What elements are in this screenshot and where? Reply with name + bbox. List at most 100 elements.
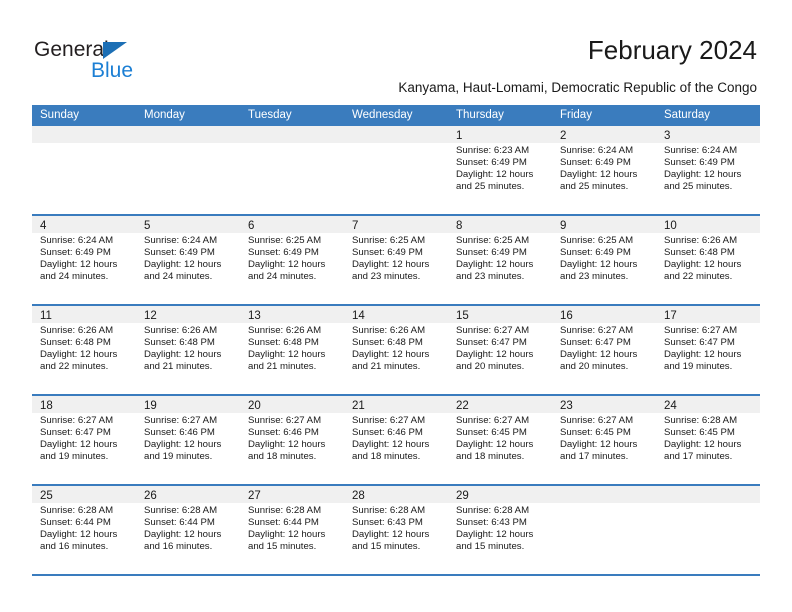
calendar-day-cell-empty: [32, 126, 136, 214]
daylight-duration-line1: Daylight: 12 hours: [40, 529, 118, 541]
daylight-duration-line1: Daylight: 12 hours: [144, 349, 222, 361]
day-number-band: 6: [240, 216, 344, 233]
day-sun-info: Sunrise: 6:27 AM Sunset: 6:47 PM Daylight:…: [656, 323, 760, 373]
day-number: 16: [560, 310, 573, 322]
sunrise-time: Sunrise: 6:25 AM: [248, 235, 322, 246]
calendar-day-cell[interactable]: 9 Sunrise: 6:25 AM Sunset: 6:49 PM Daylight…: [552, 216, 656, 304]
day-sun-info: Sunrise: 6:25 AM Sunset: 6:49 PM Daylight:…: [552, 233, 656, 283]
day-number: 28: [352, 490, 365, 502]
day-number-band: 5: [136, 216, 240, 233]
calendar-week-row: 18 Sunrise: 6:27 AM Sunset: 6:47 PM Dayligh…: [32, 396, 760, 486]
day-sun-info: Sunrise: 6:28 AM Sunset: 6:44 PM Daylight:…: [240, 503, 344, 553]
calendar-day-cell[interactable]: 5 Sunrise: 6:24 AM Sunset: 6:49 PM Daylight…: [136, 216, 240, 304]
calendar-day-cell[interactable]: 10 Sunrise: 6:26 AM Sunset: 6:48 PM Dayligh…: [656, 216, 760, 304]
day-sun-info: Sunrise: 6:28 AM Sunset: 6:44 PM Daylight:…: [32, 503, 136, 553]
sunset-time: Sunset: 6:44 PM: [40, 517, 111, 529]
day-number-band: 25: [32, 486, 136, 503]
day-number-band: 10: [656, 216, 760, 233]
calendar-day-cell-empty: [656, 486, 760, 574]
day-sun-info: Sunrise: 6:25 AM Sunset: 6:49 PM Daylight:…: [344, 233, 448, 283]
daylight-duration-line2: and 24 minutes.: [144, 271, 213, 283]
daylight-duration-line1: Daylight: 12 hours: [664, 349, 742, 361]
sunset-time: Sunset: 6:49 PM: [456, 157, 527, 169]
daylight-duration-line2: and 16 minutes.: [144, 541, 213, 553]
weekday-friday: Friday: [560, 109, 592, 121]
sunset-time: Sunset: 6:48 PM: [664, 247, 735, 259]
calendar-day-cell[interactable]: 16 Sunrise: 6:27 AM Sunset: 6:47 PM Dayligh…: [552, 306, 656, 394]
sunset-time: Sunset: 6:49 PM: [40, 247, 111, 259]
day-number: 27: [248, 490, 261, 502]
calendar-day-cell[interactable]: 26 Sunrise: 6:28 AM Sunset: 6:44 PM Dayligh…: [136, 486, 240, 574]
calendar-day-cell-empty: [552, 486, 656, 574]
daylight-duration-line1: Daylight: 12 hours: [456, 529, 534, 541]
day-number: 3: [664, 130, 671, 142]
calendar-day-cell[interactable]: 11 Sunrise: 6:26 AM Sunset: 6:48 PM Dayligh…: [32, 306, 136, 394]
calendar-day-cell[interactable]: 7 Sunrise: 6:25 AM Sunset: 6:49 PM Daylight…: [344, 216, 448, 304]
day-sun-info: Sunrise: 6:26 AM Sunset: 6:48 PM Daylight:…: [656, 233, 760, 283]
calendar-day-cell[interactable]: 12 Sunrise: 6:26 AM Sunset: 6:48 PM Dayligh…: [136, 306, 240, 394]
sunset-time: Sunset: 6:46 PM: [352, 427, 423, 439]
calendar-day-cell[interactable]: 23 Sunrise: 6:27 AM Sunset: 6:45 PM Dayligh…: [552, 396, 656, 484]
day-number-band: [240, 126, 344, 143]
daylight-duration-line2: and 24 minutes.: [248, 271, 317, 283]
day-number: 9: [560, 220, 567, 232]
calendar-day-cell[interactable]: 22 Sunrise: 6:27 AM Sunset: 6:45 PM Dayligh…: [448, 396, 552, 484]
calendar-day-cell[interactable]: 21 Sunrise: 6:27 AM Sunset: 6:46 PM Dayligh…: [344, 396, 448, 484]
sunrise-time: Sunrise: 6:27 AM: [456, 325, 530, 336]
day-number-band: 13: [240, 306, 344, 323]
daylight-duration-line1: Daylight: 12 hours: [560, 439, 638, 451]
daylight-duration-line2: and 17 minutes.: [664, 451, 733, 463]
day-number: 24: [664, 400, 677, 412]
calendar-day-cell[interactable]: 15 Sunrise: 6:27 AM Sunset: 6:47 PM Dayligh…: [448, 306, 552, 394]
sunset-time: Sunset: 6:45 PM: [664, 427, 735, 439]
calendar-day-cell[interactable]: 17 Sunrise: 6:27 AM Sunset: 6:47 PM Dayligh…: [656, 306, 760, 394]
sunset-time: Sunset: 6:45 PM: [456, 427, 527, 439]
calendar-day-cell[interactable]: 24 Sunrise: 6:28 AM Sunset: 6:45 PM Dayligh…: [656, 396, 760, 484]
calendar-day-cell[interactable]: 18 Sunrise: 6:27 AM Sunset: 6:47 PM Dayligh…: [32, 396, 136, 484]
calendar-day-cell-empty: [240, 126, 344, 214]
day-number-band: [552, 486, 656, 503]
day-sun-info: Sunrise: 6:24 AM Sunset: 6:49 PM Daylight:…: [32, 233, 136, 283]
day-number-band: 9: [552, 216, 656, 233]
day-number-band: 23: [552, 396, 656, 413]
daylight-duration-line2: and 19 minutes.: [40, 451, 109, 463]
calendar-day-cell[interactable]: 14 Sunrise: 6:26 AM Sunset: 6:48 PM Dayligh…: [344, 306, 448, 394]
calendar-day-cell[interactable]: 3 Sunrise: 6:24 AM Sunset: 6:49 PM Daylight…: [656, 126, 760, 214]
calendar-day-cell[interactable]: 20 Sunrise: 6:27 AM Sunset: 6:46 PM Dayligh…: [240, 396, 344, 484]
day-number-band: 21: [344, 396, 448, 413]
day-number-band: 28: [344, 486, 448, 503]
day-number: 26: [144, 490, 157, 502]
day-sun-info: Sunrise: 6:26 AM Sunset: 6:48 PM Daylight:…: [32, 323, 136, 373]
sunset-time: Sunset: 6:49 PM: [560, 157, 631, 169]
day-number: 7: [352, 220, 359, 232]
daylight-duration-line1: Daylight: 12 hours: [248, 529, 326, 541]
calendar-day-cell[interactable]: 8 Sunrise: 6:25 AM Sunset: 6:49 PM Daylight…: [448, 216, 552, 304]
day-number: 29: [456, 490, 469, 502]
calendar-day-cell[interactable]: 28 Sunrise: 6:28 AM Sunset: 6:43 PM Dayligh…: [344, 486, 448, 574]
calendar-day-cell[interactable]: 19 Sunrise: 6:27 AM Sunset: 6:46 PM Dayligh…: [136, 396, 240, 484]
day-number-band: 22: [448, 396, 552, 413]
calendar-day-cell[interactable]: 25 Sunrise: 6:28 AM Sunset: 6:44 PM Dayligh…: [32, 486, 136, 574]
logo-text-blue: Blue: [91, 59, 134, 82]
daylight-duration-line2: and 18 minutes.: [352, 451, 421, 463]
calendar-day-cell[interactable]: 13 Sunrise: 6:26 AM Sunset: 6:48 PM Dayligh…: [240, 306, 344, 394]
daylight-duration-line2: and 21 minutes.: [352, 361, 421, 373]
sunrise-time: Sunrise: 6:28 AM: [352, 505, 426, 516]
sunrise-time: Sunrise: 6:24 AM: [664, 145, 738, 156]
calendar-day-cell[interactable]: 1 Sunrise: 6:23 AM Sunset: 6:49 PM Daylight…: [448, 126, 552, 214]
calendar-day-cell[interactable]: 4 Sunrise: 6:24 AM Sunset: 6:49 PM Daylight…: [32, 216, 136, 304]
daylight-duration-line1: Daylight: 12 hours: [352, 439, 430, 451]
calendar-day-cell[interactable]: 27 Sunrise: 6:28 AM Sunset: 6:44 PM Dayligh…: [240, 486, 344, 574]
calendar-day-cell[interactable]: 2 Sunrise: 6:24 AM Sunset: 6:49 PM Daylight…: [552, 126, 656, 214]
calendar-grid: Sunday Monday Tuesday Wednesday Thursday…: [32, 105, 760, 576]
calendar-day-cell[interactable]: 29 Sunrise: 6:28 AM Sunset: 6:43 PM Dayligh…: [448, 486, 552, 574]
day-sun-info: Sunrise: 6:27 AM Sunset: 6:46 PM Daylight:…: [240, 413, 344, 463]
day-number: 25: [40, 490, 53, 502]
calendar-week-row: 25 Sunrise: 6:28 AM Sunset: 6:44 PM Dayligh…: [32, 486, 760, 576]
sunrise-time: Sunrise: 6:28 AM: [664, 415, 738, 426]
calendar-day-cell[interactable]: 6 Sunrise: 6:25 AM Sunset: 6:49 PM Daylight…: [240, 216, 344, 304]
day-sun-info: Sunrise: 6:27 AM Sunset: 6:47 PM Daylight:…: [448, 323, 552, 373]
daylight-duration-line2: and 15 minutes.: [456, 541, 525, 553]
daylight-duration-line2: and 22 minutes.: [40, 361, 109, 373]
sunset-time: Sunset: 6:47 PM: [40, 427, 111, 439]
